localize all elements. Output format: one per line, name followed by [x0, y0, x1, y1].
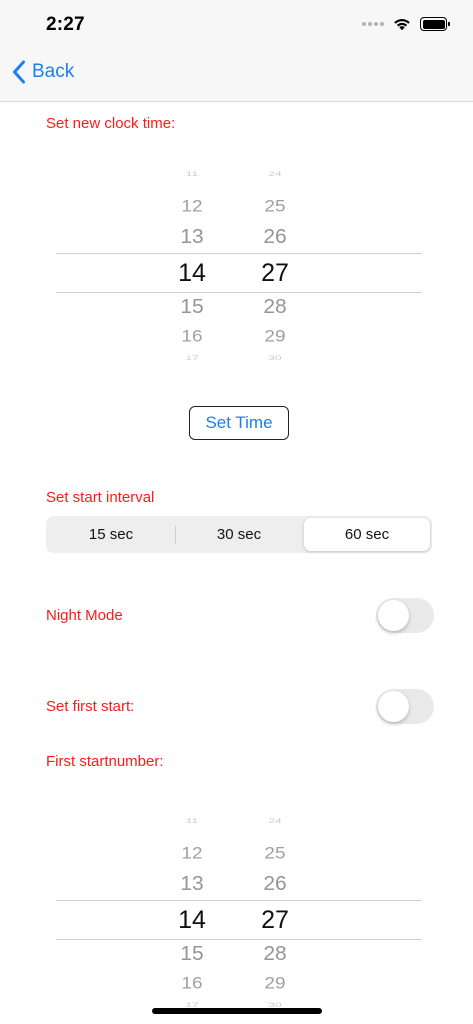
clock-time-label: Set new clock time: — [46, 115, 176, 132]
startnumber-hour-wheel[interactable]: 11 12 13 14 15 16 17 — [162, 810, 222, 1020]
toggle-knob — [378, 691, 409, 722]
screen: 2:27 Back Set new clock time: 11 12 13 1… — [0, 0, 473, 1024]
picker-row: 13 — [180, 225, 204, 248]
night-mode-label: Night Mode — [46, 607, 123, 624]
picker-row: 28 — [263, 942, 287, 965]
picker-selected-minute: 27 — [261, 906, 289, 934]
picker-row: 11 — [185, 170, 199, 178]
home-indicator[interactable] — [152, 1008, 322, 1014]
first-startnumber-label: First startnumber: — [46, 753, 164, 770]
minute-wheel[interactable]: 24 25 26 27 28 29 30 — [245, 163, 305, 373]
picker-row: 15 — [180, 295, 204, 318]
picker-row: 12 — [181, 844, 203, 863]
picker-row: 29 — [264, 327, 286, 346]
picker-row: 12 — [181, 197, 203, 216]
picker-row: 29 — [264, 974, 286, 993]
picker-row: 13 — [180, 872, 204, 895]
segment-30-sec[interactable]: 30 sec — [176, 518, 302, 551]
segment-15-sec[interactable]: 15 sec — [48, 518, 174, 551]
night-mode-toggle[interactable] — [376, 598, 434, 633]
picker-row: 26 — [263, 872, 287, 895]
picker-row: 11 — [185, 817, 199, 825]
picker-selected-hour: 14 — [178, 259, 206, 287]
picker-row: 28 — [263, 295, 287, 318]
picker-selected-minute: 27 — [261, 259, 289, 287]
first-start-label: Set first start: — [46, 698, 135, 715]
status-time: 2:27 — [46, 14, 85, 35]
toggle-knob — [378, 600, 409, 631]
set-time-button[interactable]: Set Time — [189, 406, 289, 440]
picker-row: 16 — [181, 974, 203, 993]
picker-row: 24 — [268, 170, 282, 178]
top-bar: 2:27 Back — [0, 0, 473, 102]
clock-time-picker[interactable]: 11 12 13 14 15 16 17 24 25 26 27 28 29 3… — [56, 163, 422, 373]
status-icons — [362, 17, 450, 31]
first-start-toggle[interactable] — [376, 689, 434, 724]
picker-row: 30 — [268, 354, 282, 362]
picker-row: 24 — [268, 817, 282, 825]
back-label: Back — [32, 61, 75, 82]
picker-selection-band — [56, 253, 422, 293]
segment-60-sec[interactable]: 60 sec — [304, 518, 430, 551]
cellular-signal-icon — [362, 22, 384, 26]
battery-icon — [420, 17, 450, 31]
picker-row: 17 — [185, 354, 199, 362]
picker-row: 25 — [264, 844, 286, 863]
hour-wheel[interactable]: 11 12 13 14 15 16 17 — [162, 163, 222, 373]
wifi-icon — [394, 19, 410, 31]
chevron-left-icon — [13, 60, 25, 84]
interval-segmented-control[interactable]: 15 sec 30 sec 60 sec — [46, 516, 432, 553]
picker-row: 25 — [264, 197, 286, 216]
start-interval-label: Set start interval — [46, 489, 155, 506]
picker-row: 16 — [181, 327, 203, 346]
picker-row: 26 — [263, 225, 287, 248]
startnumber-picker[interactable]: 11 12 13 14 15 16 17 24 25 26 27 28 29 3… — [56, 810, 422, 1020]
startnumber-minute-wheel[interactable]: 24 25 26 27 28 29 30 — [245, 810, 305, 1020]
picker-selection-band — [56, 900, 422, 940]
picker-row: 15 — [180, 942, 204, 965]
picker-selected-hour: 14 — [178, 906, 206, 934]
back-button[interactable]: Back — [12, 60, 74, 84]
